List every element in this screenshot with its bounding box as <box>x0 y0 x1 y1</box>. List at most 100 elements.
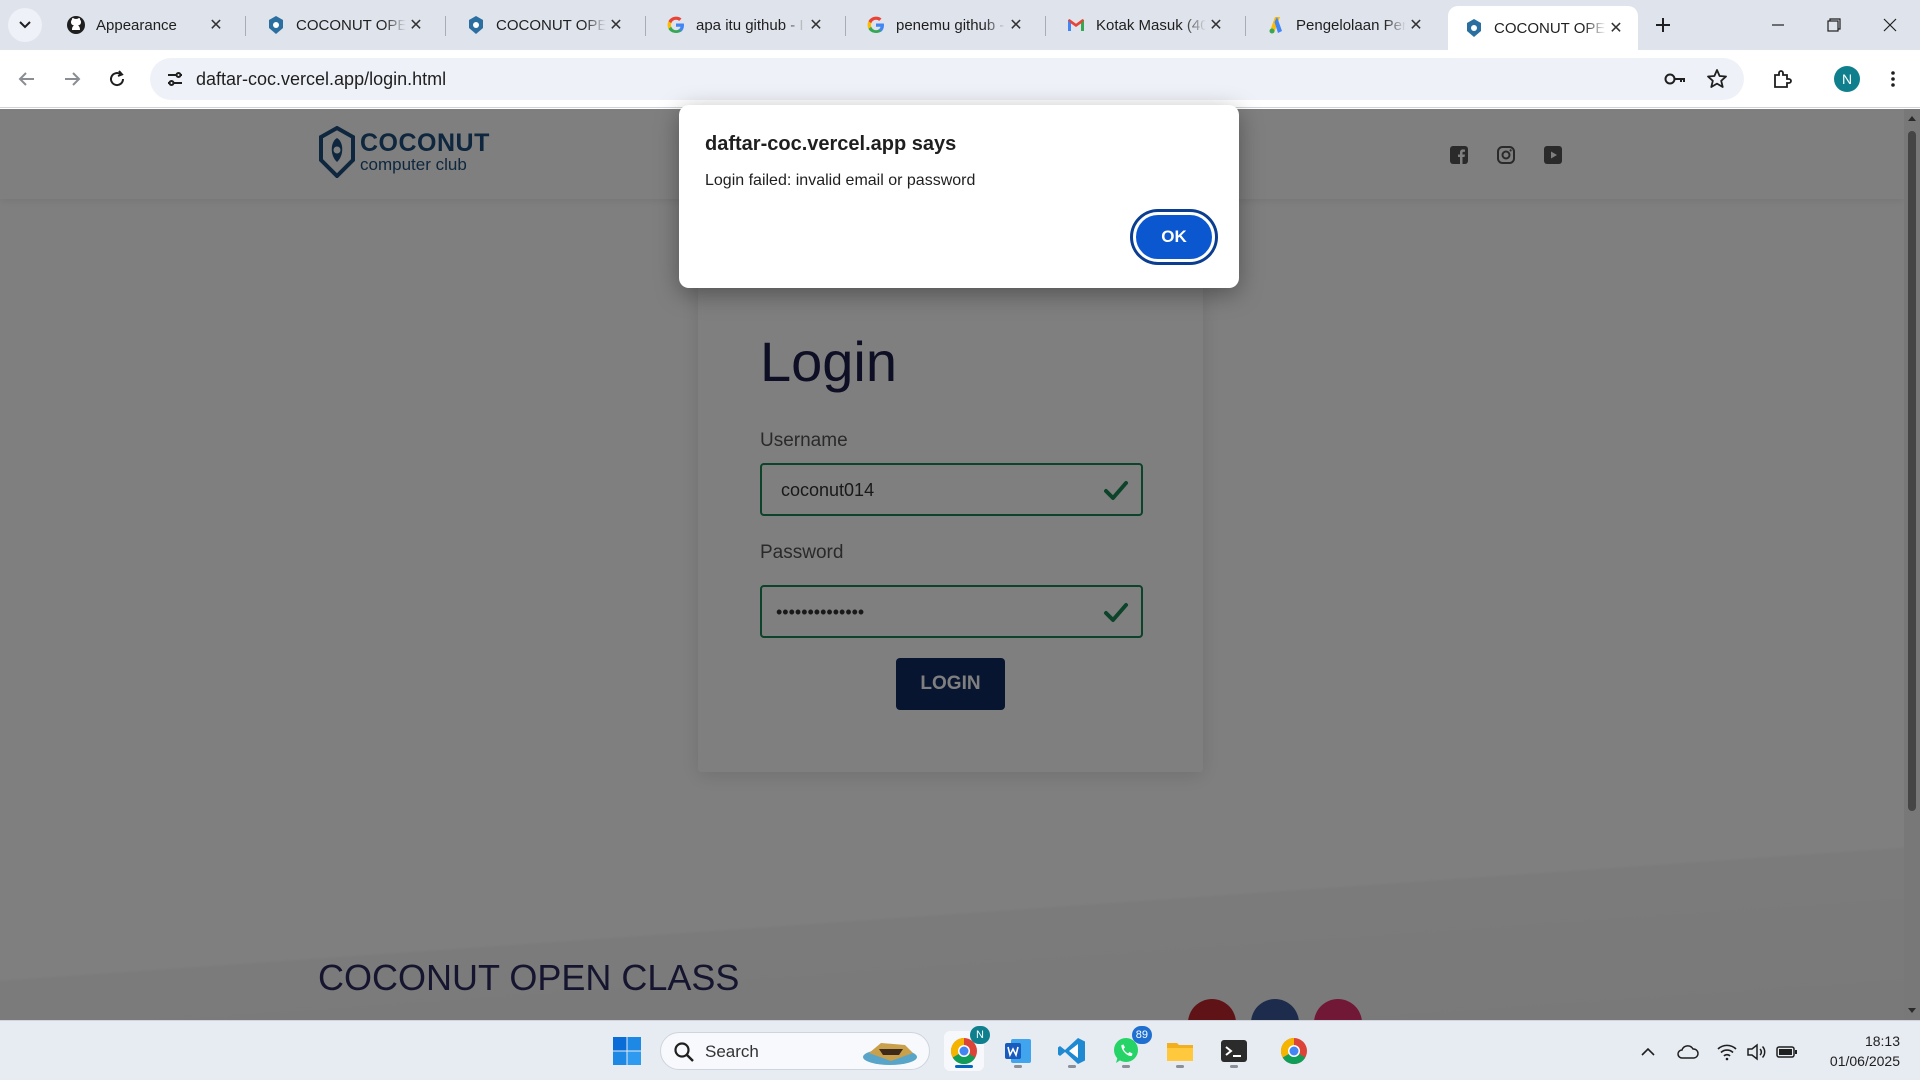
url-text: daftar-coc.vercel.app/login.html <box>196 69 447 89</box>
taskbar-chrome-profile[interactable]: N <box>944 1026 990 1071</box>
more-vert-icon <box>1891 71 1895 87</box>
tab-apa-itu-github[interactable]: apa itu github - I ✕ <box>650 6 838 44</box>
clock-time: 18:13 <box>1864 1033 1900 1049</box>
close-icon[interactable]: ✕ <box>406 15 426 35</box>
coconut-icon <box>466 15 486 35</box>
close-icon[interactable]: ✕ <box>1406 15 1426 35</box>
tab-coconut-2[interactable]: COCONUT OPEN ✕ <box>450 6 638 44</box>
close-icon[interactable]: ✕ <box>1006 15 1026 35</box>
taskbar-chrome[interactable] <box>1274 1031 1314 1071</box>
close-icon[interactable]: ✕ <box>606 15 626 35</box>
ok-button[interactable]: OK <box>1133 212 1215 262</box>
running-indicator <box>1176 1065 1184 1068</box>
tab-title: Appearance <box>96 16 177 34</box>
tune-icon <box>168 72 182 86</box>
tab-coconut-1[interactable]: COCONUT OPEN ✕ <box>250 6 438 44</box>
profile-avatar[interactable]: N <box>1834 66 1860 92</box>
vscode-icon <box>1058 1038 1085 1064</box>
tab-strip: Appearance ✕ COCONUT OPEN ✕ COCONUT OPEN… <box>0 0 1920 50</box>
word-icon <box>1005 1039 1031 1063</box>
tab-title: COCONUT OPEN <box>296 16 406 34</box>
tab-title: Kotak Masuk (40 <box>1096 16 1206 34</box>
alert-dialog: daftar-coc.vercel.app says Login failed:… <box>679 105 1239 288</box>
close-icon[interactable]: ✕ <box>1606 18 1626 38</box>
back-button[interactable] <box>9 61 45 97</box>
tab-title: apa itu github - I <box>696 16 804 34</box>
search-highlight-icon <box>863 1043 917 1065</box>
tab-appearance[interactable]: Appearance ✕ <box>50 6 238 44</box>
search-icon <box>674 1042 694 1062</box>
wifi-icon[interactable] <box>1716 1041 1738 1063</box>
close-icon[interactable]: ✕ <box>206 15 226 35</box>
taskbar-vscode[interactable] <box>1052 1031 1092 1071</box>
volume-icon[interactable] <box>1745 1041 1767 1063</box>
gmail-icon <box>1066 15 1086 35</box>
taskbar-word[interactable] <box>998 1031 1038 1071</box>
folder-icon <box>1167 1043 1193 1061</box>
password-key-button[interactable] <box>1660 64 1690 94</box>
forward-button[interactable] <box>54 61 90 97</box>
google-icon <box>666 15 686 35</box>
tab-search-button[interactable] <box>8 8 42 42</box>
running-indicator <box>1068 1065 1076 1068</box>
chrome-icon <box>1280 1037 1307 1065</box>
taskbar-search[interactable]: Search <box>660 1032 930 1070</box>
close-icon[interactable]: ✕ <box>806 15 826 35</box>
taskbar-terminal[interactable] <box>1214 1031 1254 1071</box>
running-indicator <box>955 1065 973 1068</box>
chevron-down-icon <box>19 21 31 29</box>
tab-separator <box>645 16 646 36</box>
tab-separator <box>245 16 246 36</box>
notification-badge: 89 <box>1131 1026 1152 1044</box>
google-ads-icon <box>1266 15 1286 35</box>
profile-badge: N <box>970 1026 990 1044</box>
restore-icon <box>1827 18 1841 32</box>
tab-title: COCONUT OPEN <box>1494 19 1606 37</box>
close-window-button[interactable] <box>1862 0 1918 50</box>
coconut-icon <box>266 15 286 35</box>
tray-overflow-button[interactable] <box>1637 1041 1659 1063</box>
running-indicator <box>1122 1065 1130 1068</box>
chevron-up-icon <box>1641 1047 1655 1056</box>
close-icon[interactable]: ✕ <box>1206 15 1226 35</box>
onedrive-icon[interactable] <box>1677 1041 1699 1063</box>
tab-title: COCONUT OPEN <box>496 16 606 34</box>
tab-pengelolaan[interactable]: Pengelolaan Pen ✕ <box>1250 6 1438 44</box>
tab-coconut-active[interactable]: COCONUT OPEN ✕ <box>1448 6 1638 50</box>
tab-separator <box>445 16 446 36</box>
reload-icon <box>110 70 125 87</box>
battery-icon[interactable] <box>1776 1041 1798 1063</box>
start-button[interactable] <box>607 1031 647 1071</box>
clock-date: 01/06/2025 <box>1829 1053 1900 1069</box>
tab-title: penemu github - <box>896 16 1005 34</box>
taskbar: Search N 89 18:13 01/06/2025 <box>0 1020 1920 1080</box>
terminal-icon <box>1221 1040 1247 1062</box>
taskbar-file-explorer[interactable] <box>1160 1031 1200 1071</box>
address-bar[interactable]: daftar-coc.vercel.app/login.html <box>150 58 1744 100</box>
tab-penemu-github[interactable]: penemu github - ✕ <box>850 6 1038 44</box>
bookmark-button[interactable] <box>1702 64 1732 94</box>
minimize-button[interactable] <box>1750 0 1806 50</box>
new-tab-button[interactable] <box>1648 10 1678 40</box>
alert-title: daftar-coc.vercel.app says <box>705 133 957 155</box>
plus-icon <box>1656 18 1670 32</box>
key-icon <box>1664 73 1685 85</box>
taskbar-clock[interactable]: 18:13 01/06/2025 <box>1800 1031 1900 1071</box>
tab-separator <box>845 16 846 36</box>
coconut-icon <box>1464 18 1484 38</box>
arrow-left-icon <box>18 72 34 86</box>
tab-kotak-masuk[interactable]: Kotak Masuk (40 ✕ <box>1050 6 1238 44</box>
puzzle-icon <box>1774 70 1792 88</box>
tab-separator <box>1245 16 1246 36</box>
restore-button[interactable] <box>1806 0 1862 50</box>
taskbar-whatsapp[interactable]: 89 <box>1106 1026 1152 1071</box>
extensions-button[interactable] <box>1764 61 1800 97</box>
windows-icon <box>613 1037 641 1065</box>
site-info-button[interactable] <box>160 64 190 94</box>
running-indicator <box>1230 1065 1238 1068</box>
menu-button[interactable] <box>1875 61 1911 97</box>
close-icon <box>1883 18 1897 32</box>
browser-toolbar: daftar-coc.vercel.app/login.html <box>0 50 1920 108</box>
tab-title: Pengelolaan Pen <box>1296 16 1406 34</box>
reload-button[interactable] <box>99 61 135 97</box>
